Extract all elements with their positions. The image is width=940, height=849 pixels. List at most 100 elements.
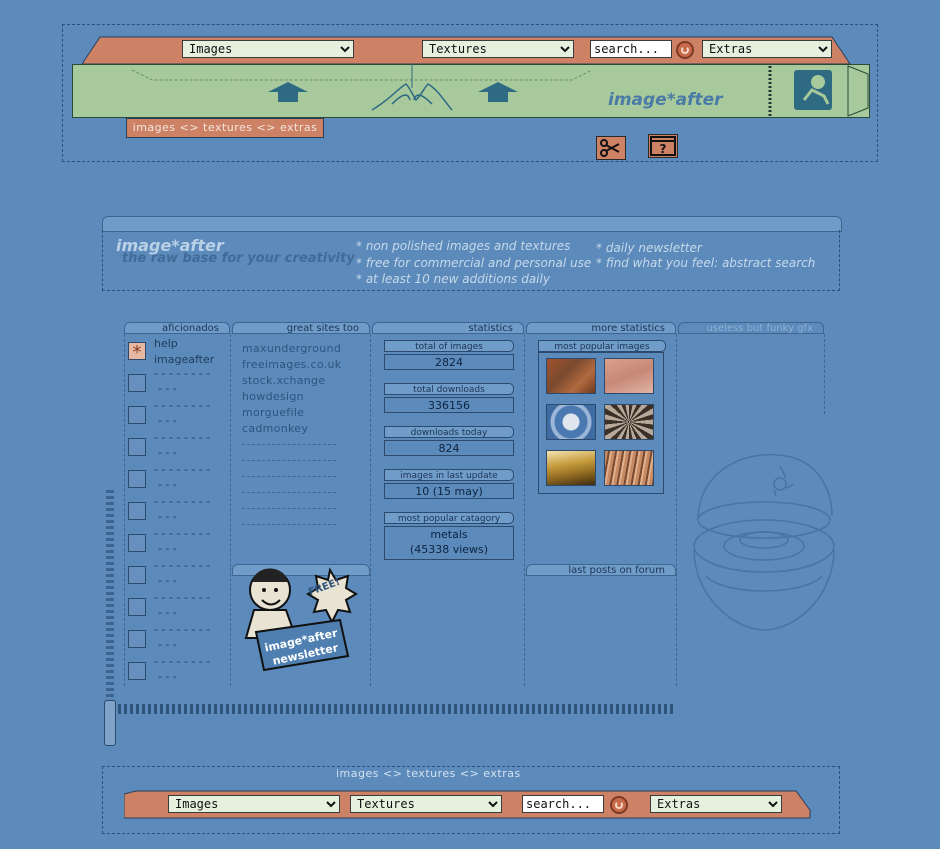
zipper-horizontal	[106, 704, 676, 714]
aficionado-checkbox[interactable]	[128, 662, 146, 680]
column-header-statistics: statistics	[372, 322, 524, 334]
most-popular-images-label: most popular images	[538, 340, 666, 352]
aficionado-name[interactable]: help	[154, 337, 178, 350]
popular-image-skin[interactable]	[604, 358, 654, 394]
banner-logo: image*after	[608, 90, 723, 110]
aficionado-checkbox[interactable]	[128, 374, 146, 392]
column-header-more-statistics: more statistics	[526, 322, 676, 334]
scissors-icon	[600, 139, 620, 157]
svg-text:?: ?	[660, 142, 667, 156]
aficionado-placeholder: - - - - - - - -	[154, 431, 211, 444]
scissors-icon-button[interactable]	[596, 136, 626, 160]
great-site-link[interactable]: howdesign	[242, 390, 304, 403]
zipper-pull-icon[interactable]	[104, 700, 116, 746]
aficionado-placeholder: - - - - - - - -	[154, 655, 211, 668]
intro-bullet: * free for commercial and personal use	[356, 256, 592, 270]
popular-category-name: metals	[430, 528, 468, 541]
popular-category-views: (45338 views)	[409, 543, 489, 556]
bottom-search-input[interactable]	[522, 795, 604, 813]
great-site-link[interactable]: maxunderground	[242, 342, 341, 355]
column-header-aficionados: aficionados	[124, 322, 230, 334]
arrow-up-icon-right	[478, 82, 518, 102]
aficionado-placeholder: - - -	[158, 542, 177, 555]
bottom-extras-select[interactable]: Extras	[650, 795, 782, 813]
empty-site-slot	[242, 492, 336, 493]
stat-label-downloads-today: downloads today	[384, 426, 514, 438]
aficionado-placeholder: - - -	[158, 574, 177, 587]
aficionado-placeholder: - - - - - - - -	[154, 463, 211, 476]
bottom-images-select[interactable]: Images	[168, 795, 340, 813]
top-textures-select[interactable]: Textures	[422, 40, 574, 58]
bottom-textures-select[interactable]: Textures	[350, 795, 502, 813]
column-header-last-posts: last posts on forum	[526, 564, 676, 576]
funky-sphere-graphic	[693, 453, 835, 631]
intro-bullet: * at least 10 new additions daily	[356, 272, 550, 286]
aficionado-checkbox[interactable]	[128, 470, 146, 488]
stat-label-total-images: total of images	[384, 340, 514, 352]
asterisk-icon: *	[133, 342, 142, 363]
aficionado-placeholder: - - - - - - - -	[154, 367, 211, 380]
aficionado-placeholder: - - - - - - - -	[154, 591, 211, 604]
stat-value-downloads-today: 824	[384, 440, 514, 456]
aficionado-placeholder: - - -	[158, 478, 177, 491]
question-mark-icon: ?	[650, 136, 676, 156]
aficionado-placeholder: - - - - - - - -	[154, 623, 211, 636]
top-images-select[interactable]: Images	[182, 40, 354, 58]
column-divider	[676, 334, 677, 686]
arrow-up-icon-left	[268, 82, 308, 102]
great-site-link[interactable]: stock.xchange	[242, 374, 325, 387]
aficionado-checkbox[interactable]	[128, 534, 146, 552]
aficionado-placeholder: - - -	[158, 446, 177, 459]
stat-value-total-images: 2824	[384, 354, 514, 370]
aficionado-placeholder: - - -	[158, 638, 177, 651]
popular-image-copper[interactable]	[604, 450, 654, 486]
popular-image-manhole[interactable]	[546, 404, 596, 440]
aficionado-checkbox[interactable]	[128, 406, 146, 424]
popular-image-rust[interactable]	[546, 358, 596, 394]
popular-image-fan[interactable]	[604, 404, 654, 440]
aficionado-checkbox[interactable]	[128, 598, 146, 616]
stat-value-popular-category: metals (45338 views)	[384, 526, 514, 560]
top-search-go-icon[interactable]	[676, 41, 694, 59]
bottom-search-go-icon[interactable]	[610, 796, 628, 814]
top-search-input[interactable]	[590, 40, 672, 58]
top-extras-select[interactable]: Extras	[702, 40, 832, 58]
intro-bullet: * find what you feel: abstract search	[596, 256, 816, 270]
column-divider	[370, 334, 371, 686]
aficionado-placeholder: - - -	[158, 670, 177, 683]
column-header-great-sites: great sites too	[232, 322, 370, 334]
stat-label-popular-category: most popular catagory	[384, 512, 514, 524]
empty-site-slot	[242, 444, 336, 445]
empty-site-slot	[242, 476, 336, 477]
stat-label-total-downloads: total downloads	[384, 383, 514, 395]
aficionado-placeholder: - - - - - - - -	[154, 527, 211, 540]
aficionado-placeholder: - - -	[158, 606, 177, 619]
popular-image-sand[interactable]	[546, 450, 596, 486]
aficionado-placeholder: - - - - - - - -	[154, 399, 211, 412]
aficionado-name[interactable]: imageafter	[154, 353, 214, 366]
great-site-link[interactable]: freeimages.co.uk	[242, 358, 341, 371]
aficionado-checkbox[interactable]: *	[128, 342, 146, 363]
column-divider	[230, 334, 231, 686]
aficionado-checkbox[interactable]	[128, 502, 146, 520]
empty-site-slot	[242, 508, 336, 509]
great-site-link[interactable]: morguefile	[242, 406, 304, 419]
aficionado-checkbox[interactable]	[128, 566, 146, 584]
aficionado-checkbox[interactable]	[128, 438, 146, 456]
great-site-link[interactable]: cadmonkey	[242, 422, 308, 435]
column-divider	[824, 334, 825, 414]
aficionado-placeholder: - - -	[158, 414, 177, 427]
aficionado-placeholder: - - - - - - - -	[154, 495, 211, 508]
aficionado-placeholder: - - -	[158, 510, 177, 523]
intro-bullet: * daily newsletter	[596, 241, 702, 255]
help-icon-button[interactable]: ?	[648, 134, 678, 158]
aficionado-checkbox[interactable]	[128, 630, 146, 648]
column-header-useless-gfx: useless but funky gfx	[678, 322, 824, 334]
aficionado-placeholder: - - - - - - - -	[154, 559, 211, 572]
stat-value-total-downloads: 336156	[384, 397, 514, 413]
column-divider	[124, 334, 125, 686]
intro-bullet: * non polished images and textures	[356, 239, 571, 253]
aficionado-placeholder: - - -	[158, 382, 177, 395]
empty-site-slot	[242, 524, 336, 525]
banner-graphics	[131, 64, 869, 117]
